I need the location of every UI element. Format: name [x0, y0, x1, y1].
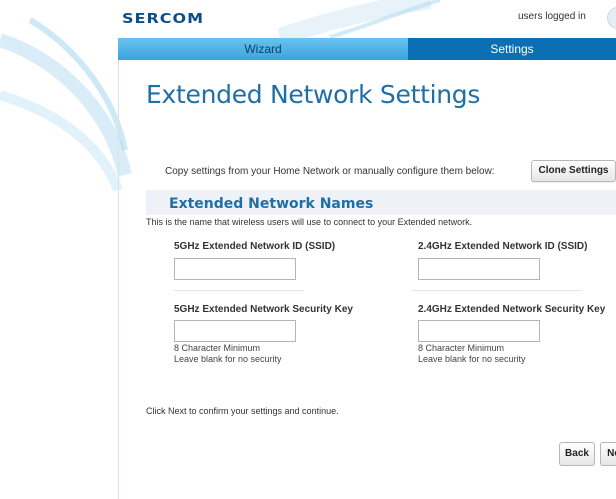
section-title: Extended Network Names: [169, 196, 374, 212]
section-description: This is the name that wireless users wil…: [146, 217, 473, 227]
divider: [412, 290, 582, 291]
key-5g-hint-min: 8 Character Minimum: [174, 343, 261, 353]
ssid-24g-label: 2.4GHz Extended Network ID (SSID): [418, 241, 588, 252]
page-title: Extended Network Settings: [146, 80, 481, 109]
key-24g-hint-blank: Leave blank for no security: [418, 354, 526, 364]
clone-settings-button[interactable]: Clone Settings: [531, 160, 616, 182]
next-button[interactable]: Next: [600, 442, 616, 466]
ssid-5g-input[interactable]: [174, 258, 296, 280]
users-logged-in-label: users logged in: [518, 11, 586, 22]
key-5g-hint-blank: Leave blank for no security: [174, 354, 282, 364]
main-tabs: Wizard Settings: [118, 38, 616, 60]
key-5g-label: 5GHz Extended Network Security Key: [174, 304, 353, 315]
content-frame-border: [118, 40, 119, 499]
key-24g-hint-min: 8 Character Minimum: [418, 343, 505, 353]
key-5g-input[interactable]: [174, 320, 296, 342]
key-24g-label: 2.4GHz Extended Network Security Key: [418, 304, 606, 315]
tab-wizard[interactable]: Wizard: [118, 38, 408, 60]
key-24g-input[interactable]: [418, 320, 540, 342]
clone-instructions: Copy settings from your Home Network or …: [165, 166, 495, 177]
ssid-24g-input[interactable]: [418, 258, 540, 280]
tab-settings[interactable]: Settings: [408, 38, 616, 60]
back-button[interactable]: Back: [559, 442, 595, 466]
ssid-5g-label: 5GHz Extended Network ID (SSID): [174, 241, 336, 252]
divider: [174, 290, 304, 291]
sercomm-logo: SERCOM: [122, 10, 205, 27]
footer-instructions: Click Next to confirm your settings and …: [146, 406, 339, 416]
user-avatar-icon[interactable]: [607, 7, 616, 29]
